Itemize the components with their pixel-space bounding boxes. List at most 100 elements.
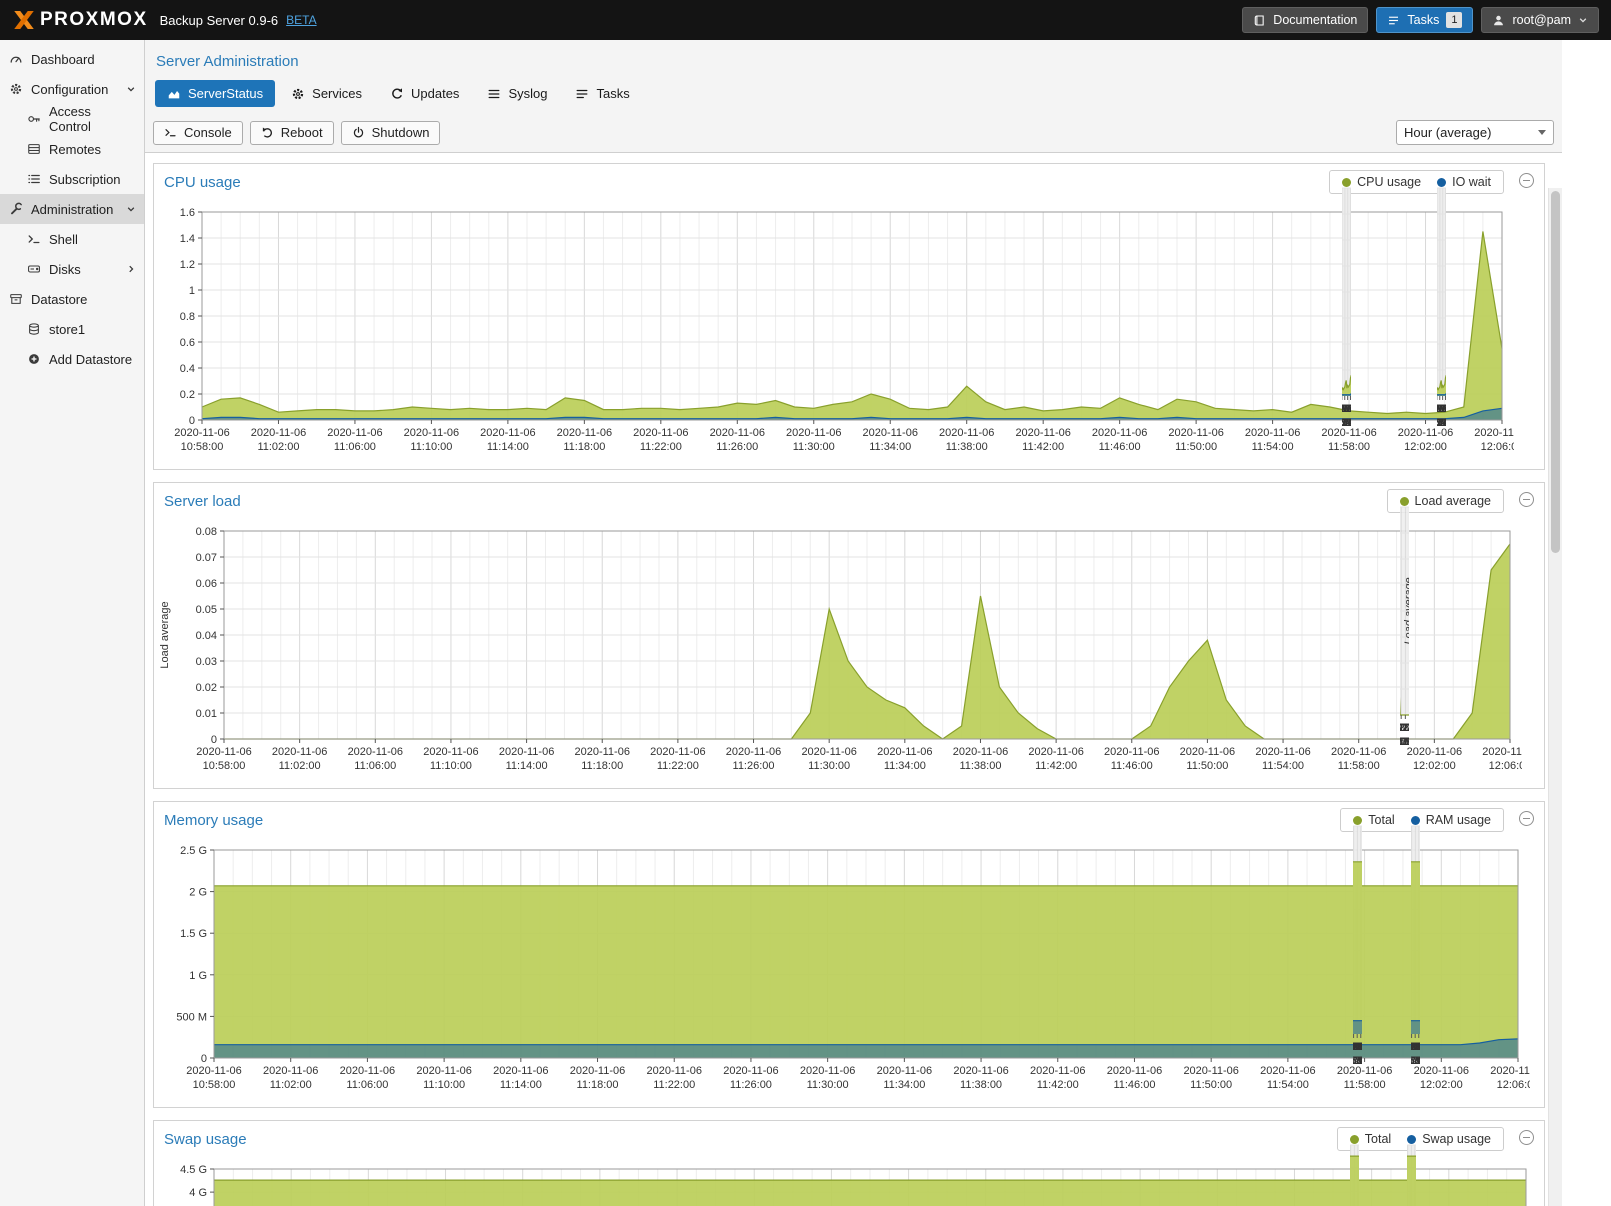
collapse-panel-icon[interactable] <box>1519 173 1534 188</box>
svg-text:2020-11-06: 2020-11-06 <box>650 746 705 758</box>
svg-text:11:42:00: 11:42:00 <box>1037 1079 1079 1091</box>
sidebar-item-administration[interactable]: Administration <box>0 194 144 224</box>
tab-serverstatus[interactable]: ServerStatus <box>155 80 275 107</box>
key-icon <box>27 112 41 126</box>
chevron-down-icon <box>1578 15 1588 25</box>
svg-text:11:46:00: 11:46:00 <box>1111 760 1153 772</box>
svg-text:0.08: 0.08 <box>196 526 217 538</box>
tab-services[interactable]: Services <box>279 80 374 107</box>
svg-text:2020-11-06: 2020-11-06 <box>575 746 630 758</box>
svg-text:11:02:00: 11:02:00 <box>270 1079 312 1091</box>
svg-text:2020-11-06: 2020-11-06 <box>1474 427 1514 439</box>
proxmox-x-icon <box>12 8 36 32</box>
sidebar-item-remotes[interactable]: Remotes <box>0 134 144 164</box>
legend-item: 00.20.40.60.811.21.41.62020-11-0610:58:0… <box>1342 175 1421 189</box>
memory-usage-chart: 0500 M1 G1.5 G2 G2.5 G2020-11-0610:58:00… <box>154 838 1544 1107</box>
area-chart-icon <box>167 87 181 101</box>
panel-title: CPU usage <box>164 174 241 191</box>
svg-text:Load average: Load average <box>1403 577 1409 644</box>
tasks-icon <box>575 87 589 101</box>
svg-text:11:34:00: 11:34:00 <box>869 441 911 453</box>
console-button[interactable]: Console <box>153 121 243 145</box>
svg-text:2020-11-06: 2020-11-06 <box>1342 403 1351 415</box>
svg-text:2020-11-06: 2020-11-06 <box>1092 427 1147 439</box>
wrench-icon <box>9 202 23 216</box>
tab-syslog[interactable]: Syslog <box>475 80 559 107</box>
svg-text:1.5 G: 1.5 G <box>180 928 207 940</box>
reboot-button[interactable]: Reboot <box>250 121 334 145</box>
sidebar-item-subscription[interactable]: Subscription <box>0 164 144 194</box>
svg-text:12:06:00: 12:06:00 <box>1489 760 1522 772</box>
svg-text:11:14:00: 11:14:00 <box>506 760 548 772</box>
sidebar-item-disks[interactable]: Disks <box>0 254 144 284</box>
legend-label: Total <box>1368 813 1394 827</box>
collapse-arrow-icon[interactable] <box>126 204 136 214</box>
sidebar-item-label: Access Control <box>49 104 135 134</box>
user-menu-button[interactable]: root@pam <box>1481 7 1599 33</box>
svg-text:0.01: 0.01 <box>196 708 217 720</box>
svg-text:2020-11-06: 2020-11-06 <box>1104 746 1159 758</box>
legend-item: 0500 M1 G1.5 G2 G2.5 G3 G3.5 G4 G4.5 G20… <box>1407 1132 1491 1146</box>
chart-legend: 0500 M1 G1.5 G2 G2.5 G2020-11-0610:58:00… <box>1340 808 1504 832</box>
tasks-button[interactable]: Tasks 1 <box>1376 7 1473 33</box>
sidebar-item-configuration[interactable]: Configuration <box>0 74 144 104</box>
beta-link[interactable]: BETA <box>286 13 316 27</box>
shutdown-button[interactable]: Shutdown <box>341 121 441 145</box>
svg-text:0.4: 0.4 <box>180 363 195 375</box>
svg-text:2020-11-06: 2020-11-06 <box>1407 746 1462 758</box>
svg-text:1: 1 <box>189 285 195 297</box>
sidebar-item-access-control[interactable]: Access Control <box>0 104 144 134</box>
svg-text:2020-11-06: 2020-11-06 <box>1331 746 1386 758</box>
memory-usage-panel: Memory usage 0500 M1 G1.5 G2 G2.5 G2020-… <box>153 801 1545 1108</box>
tab-label: Syslog <box>508 86 547 101</box>
collapse-arrow-icon[interactable] <box>126 84 136 94</box>
svg-text:2020-11-06: 2020-11-06 <box>801 746 856 758</box>
tab-label: Updates <box>411 86 459 101</box>
collapse-panel-icon[interactable] <box>1519 492 1534 507</box>
tab-tasks[interactable]: Tasks <box>563 80 641 107</box>
tasks-label: Tasks <box>1407 13 1439 27</box>
svg-text:12:06:00: 12:06:00 <box>1353 1055 1362 1067</box>
sidebar-item-dashboard[interactable]: Dashboard <box>0 44 144 74</box>
book-icon <box>1253 14 1266 27</box>
svg-text:2020-11-06: 2020-11-06 <box>1255 746 1310 758</box>
expand-right-icon[interactable] <box>126 264 136 274</box>
svg-text:11:30:00: 11:30:00 <box>793 441 835 453</box>
svg-text:0.04: 0.04 <box>196 630 217 642</box>
collapse-panel-icon[interactable] <box>1519 811 1534 826</box>
vertical-scrollbar[interactable] <box>1548 188 1562 1206</box>
svg-text:2020-11-06: 2020-11-06 <box>1337 1065 1392 1077</box>
collapse-panel-icon[interactable] <box>1519 1130 1534 1145</box>
sidebar-item-shell[interactable]: Shell <box>0 224 144 254</box>
svg-text:11:54:00: 11:54:00 <box>1267 1079 1309 1091</box>
sidebar-item-store1[interactable]: store1 <box>0 314 144 344</box>
sidebar-item-add-datastore[interactable]: Add Datastore <box>0 344 144 374</box>
svg-text:12:02:00: 12:02:00 <box>1413 760 1456 772</box>
svg-text:2020-11-06: 2020-11-06 <box>877 746 932 758</box>
svg-text:0.02: 0.02 <box>196 682 217 694</box>
svg-text:10:58:00: 10:58:00 <box>181 441 224 453</box>
documentation-button[interactable]: Documentation <box>1242 7 1368 33</box>
legend-label: IO wait <box>1452 175 1491 189</box>
svg-text:2020-11-06: 2020-11-06 <box>1168 427 1223 439</box>
svg-text:2020-11-06: 2020-11-06 <box>1030 1065 1085 1077</box>
sidebar-item-datastore[interactable]: Datastore <box>0 284 144 314</box>
list-icon <box>27 172 41 186</box>
scrollbar-thumb[interactable] <box>1551 191 1560 553</box>
svg-text:2020-11-06: 2020-11-06 <box>186 1065 241 1077</box>
svg-text:0.8: 0.8 <box>180 311 195 323</box>
sidebar-item-label: Add Datastore <box>49 352 132 367</box>
server-load-chart: 00.010.020.030.040.050.060.070.082020-11… <box>154 519 1544 788</box>
svg-text:2020-11-06: 2020-11-06 <box>786 427 841 439</box>
tab-updates[interactable]: Updates <box>378 80 471 107</box>
range-select[interactable]: Hour (average) <box>1396 120 1554 145</box>
svg-text:11:54:00: 11:54:00 <box>1252 441 1294 453</box>
svg-text:11:06:00: 11:06:00 <box>346 1079 388 1091</box>
sidebar-item-label: Dashboard <box>31 52 95 67</box>
gauge-icon <box>9 52 23 66</box>
legend-dot: 00.010.020.030.040.050.060.070.082020-11… <box>1400 497 1409 506</box>
svg-text:2020-11-06: 2020-11-06 <box>1437 403 1446 415</box>
sidebar-item-label: Subscription <box>49 172 121 187</box>
product-version: Backup Server 0.9-6 <box>160 13 279 28</box>
svg-text:0.6: 0.6 <box>180 337 195 349</box>
